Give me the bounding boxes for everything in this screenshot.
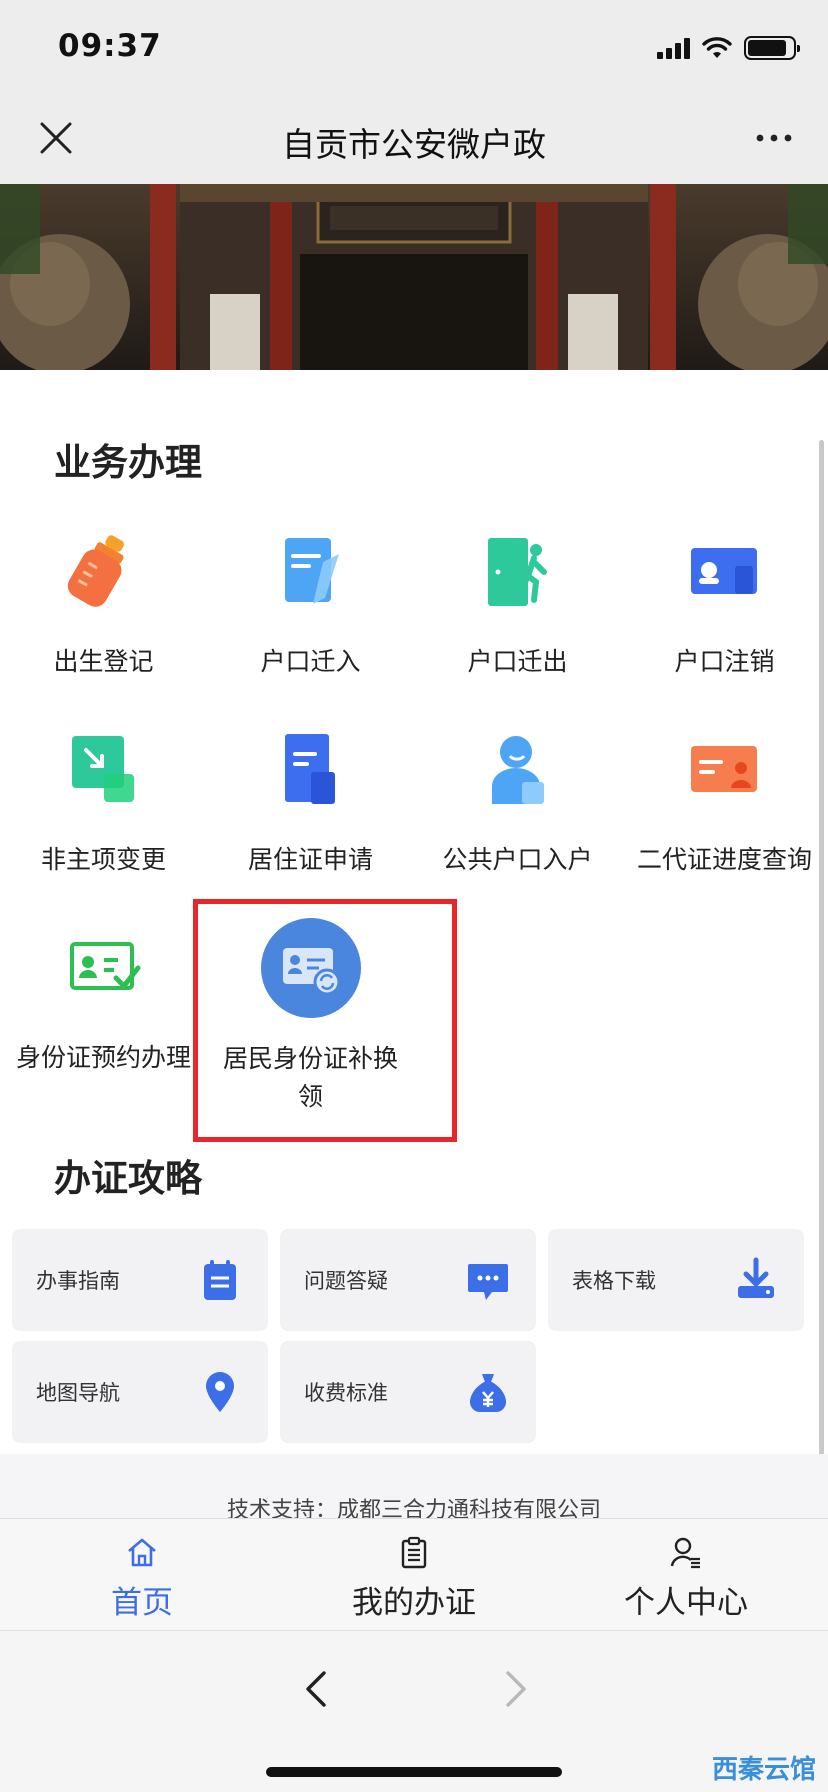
user-list-icon: [670, 1537, 700, 1569]
arrow-change-icon: [71, 736, 134, 802]
nav-bar: 自贡市公安微户政: [0, 96, 828, 184]
status-icons: [657, 36, 800, 60]
tab-label: 我的办证: [352, 1585, 476, 1621]
service-hukou-cancel[interactable]: 户口注销: [621, 532, 828, 676]
service-label: 居住证申请: [247, 845, 373, 874]
service-birth-registration[interactable]: 出生登记: [0, 532, 207, 676]
residence-permit-icon: [284, 734, 335, 804]
service-label: 非主项变更: [40, 845, 166, 874]
business-section-title: 业务办理: [54, 441, 202, 484]
calendar-list-icon: [204, 1260, 236, 1300]
guides-section-title: 办证攻略: [54, 1157, 202, 1200]
service-label: 出生登记: [53, 647, 154, 676]
guide-card-fee-standard[interactable]: 收费标准: [280, 1341, 536, 1443]
service-residence-permit[interactable]: 居住证申请: [207, 730, 414, 874]
home-icon: [128, 1538, 156, 1567]
guide-label: 收费标准: [304, 1381, 388, 1405]
map-pin-icon: [206, 1372, 234, 1412]
id-card-query-icon: [690, 746, 757, 792]
battery-icon: [744, 36, 800, 60]
service-label: 户口迁出: [467, 647, 568, 676]
service-id-appointment[interactable]: 身份证预约办理: [0, 928, 207, 1072]
guide-card-faq[interactable]: 问题答疑: [280, 1229, 536, 1331]
service-hukou-move-in[interactable]: 户口迁入: [207, 532, 414, 676]
home-indicator[interactable]: [266, 1767, 562, 1777]
service-label: 身份证预约办理: [15, 1043, 191, 1072]
service-id-progress-query[interactable]: 二代证进度查询: [621, 730, 828, 874]
service-public-hukou[interactable]: 公共户口入户: [414, 730, 621, 874]
browser-bottom-bar: 西秦云馆: [0, 1630, 828, 1792]
id-card-cancel-icon: [690, 548, 757, 594]
guide-card-form-download[interactable]: 表格下载: [548, 1229, 804, 1331]
highlight-box: [193, 899, 457, 1142]
status-bar: 09:37: [0, 0, 828, 96]
more-icon[interactable]: [754, 128, 794, 148]
service-label: 公共户口入户: [442, 845, 593, 874]
clipboard-icon: [401, 1536, 427, 1569]
tab-label: 首页: [111, 1585, 173, 1621]
guide-label: 问题答疑: [304, 1269, 388, 1293]
service-non-main-change[interactable]: 非主项变更: [0, 730, 207, 874]
guide-card-instructions[interactable]: 办事指南: [12, 1229, 268, 1331]
document-in-icon: [284, 538, 339, 604]
tab-personal-center[interactable]: 个人中心: [548, 1519, 824, 1631]
chat-bubble-icon: [468, 1264, 508, 1300]
baby-bottle-icon: [67, 535, 124, 607]
guide-label: 地图导航: [36, 1381, 120, 1405]
door-exit-icon: [487, 538, 547, 606]
signal-icon: [657, 37, 690, 59]
tab-bar: 首页 我的办证 个人中心: [0, 1518, 828, 1630]
guide-label: 办事指南: [36, 1269, 120, 1293]
service-hukou-move-out[interactable]: 户口迁出: [414, 532, 621, 676]
person-icon: [491, 736, 544, 804]
service-label: 二代证进度查询: [636, 845, 812, 874]
watermark-logo: 西秦云馆: [711, 1755, 816, 1785]
tab-label: 个人中心: [624, 1585, 748, 1621]
banner-image: [0, 184, 828, 370]
status-time: 09:37: [58, 28, 162, 64]
service-label: 户口注销: [674, 647, 775, 676]
wifi-icon: [702, 37, 732, 58]
forward-arrow-icon[interactable]: [502, 1667, 532, 1711]
money-bag-icon: [470, 1374, 506, 1412]
guide-card-map-navigation[interactable]: 地图导航: [12, 1341, 268, 1443]
tab-home[interactable]: 首页: [4, 1519, 280, 1631]
guide-label: 表格下载: [572, 1269, 656, 1293]
tab-my-certificates[interactable]: 我的办证: [276, 1519, 552, 1631]
service-label: 户口迁入: [260, 647, 361, 676]
id-card-check-icon: [69, 942, 140, 990]
page-title: 自贡市公安微户政: [282, 125, 546, 164]
back-arrow-icon[interactable]: [300, 1667, 330, 1711]
download-icon: [738, 1257, 774, 1298]
